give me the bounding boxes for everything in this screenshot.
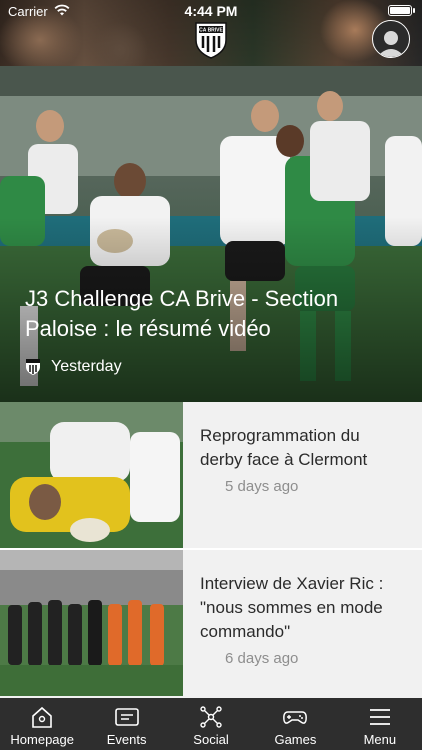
list-item[interactable]: Reprogrammation du derby face à Clermont… bbox=[0, 402, 422, 548]
featured-article-title: J3 Challenge CA Brive - Section Paloise … bbox=[25, 286, 339, 341]
featured-article-meta: Yesterday bbox=[25, 358, 122, 376]
tab-homepage[interactable]: Homepage bbox=[0, 698, 84, 750]
article-title: Reprogrammation du derby face à Clermont bbox=[200, 426, 368, 469]
featured-article-date: Yesterday bbox=[51, 358, 122, 375]
list-item[interactable]: Interview de Xavier Ric : "nous sommes e… bbox=[0, 550, 422, 696]
club-crest-icon[interactable]: CA BRIVE bbox=[193, 20, 229, 60]
article-title: Interview de Xavier Ric : "nous sommes e… bbox=[200, 574, 384, 641]
tab-games[interactable]: Games bbox=[253, 698, 337, 750]
club-logo-text: CA BRIVE bbox=[199, 28, 223, 34]
status-bar: Carrier 4:44 PM bbox=[0, 0, 422, 22]
bottom-tab-bar: Homepage Events Social Games Menu bbox=[0, 698, 422, 750]
club-crest-small-icon bbox=[26, 359, 40, 375]
social-network-icon bbox=[200, 706, 222, 728]
user-avatar-icon bbox=[377, 31, 405, 57]
article-date: 6 days ago bbox=[225, 650, 299, 667]
tab-label: Events bbox=[106, 732, 147, 747]
profile-button[interactable] bbox=[372, 20, 410, 58]
battery-tip bbox=[413, 8, 415, 13]
featured-article[interactable]: J3 Challenge CA Brive - Section Paloise … bbox=[0, 66, 422, 402]
tab-label: Social bbox=[193, 732, 229, 747]
tab-events[interactable]: Events bbox=[84, 698, 168, 750]
hero-gradient bbox=[0, 66, 422, 402]
battery-icon bbox=[388, 5, 412, 16]
home-icon bbox=[32, 706, 53, 728]
tab-label: Games bbox=[274, 732, 317, 747]
article-list: Reprogrammation du derby face à Clermont… bbox=[0, 402, 422, 698]
clock: 4:44 PM bbox=[184, 3, 238, 19]
article-date: 5 days ago bbox=[225, 478, 299, 495]
gamepad-icon bbox=[283, 711, 308, 724]
app-header: Carrier 4:44 PM CA BRIVE bbox=[0, 0, 422, 66]
article-thumbnail bbox=[0, 550, 183, 696]
menu-icon bbox=[369, 709, 390, 725]
tab-social[interactable]: Social bbox=[169, 698, 253, 750]
events-icon bbox=[114, 708, 139, 726]
tab-label: Menu bbox=[363, 732, 397, 747]
tab-menu[interactable]: Menu bbox=[338, 698, 422, 750]
tab-label: Homepage bbox=[10, 732, 74, 747]
article-thumbnail bbox=[0, 402, 183, 548]
